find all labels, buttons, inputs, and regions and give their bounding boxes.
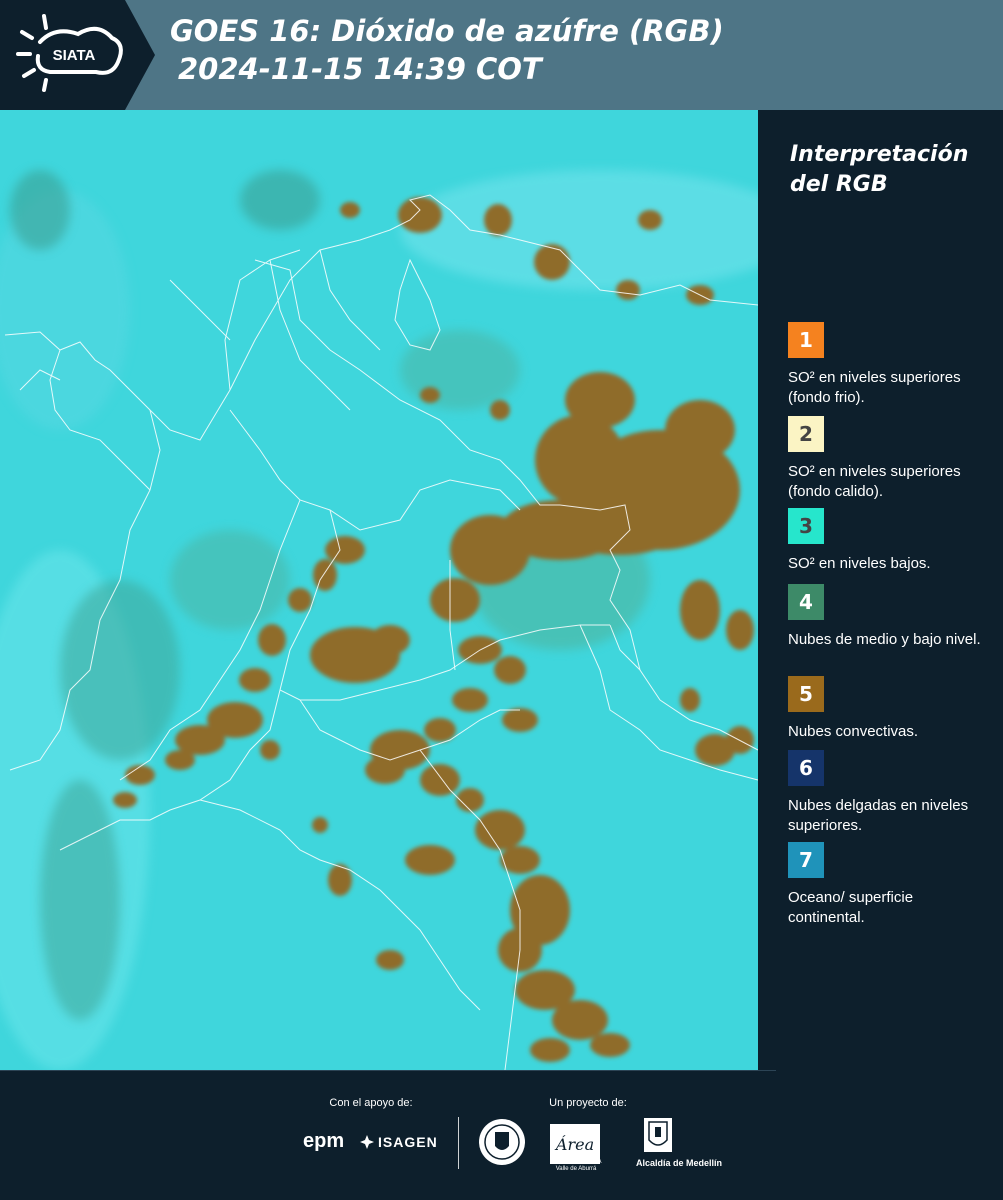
legend-label-1: SO² en niveles superiores (fondo frio). (788, 369, 961, 406)
isagen-mark-icon (360, 1135, 374, 1149)
alcaldia-label: Alcaldía de Medellín (636, 1158, 723, 1168)
legend-swatch-4: 4 (788, 584, 824, 620)
legend-title: Interpretación del RGB (790, 142, 969, 197)
legend-label-4: Nubes de medio y bajo nivel. (788, 631, 981, 648)
project-label: Un proyecto de: (549, 1097, 627, 1109)
legend-item-7: 7 Oceano/ superficie continental. (788, 842, 993, 928)
legend-swatch-6: 6 (788, 750, 824, 786)
support-label: Con el apoyo de: (329, 1097, 413, 1109)
legend-item-1: 1 SO² en niveles superiores (fondo frio)… (788, 322, 993, 408)
isagen-logo-text: ISAGEN (378, 1134, 438, 1150)
legend-item-5: 5 Nubes convectivas. (788, 676, 993, 742)
title-line-1: GOES 16: Dióxido de azúfre (RGB) (170, 14, 724, 48)
amva-logo-text: Área (554, 1134, 594, 1154)
medellin-seal-icon (479, 1119, 525, 1165)
legend-label-3: SO² en niveles bajos. (788, 555, 931, 572)
legend-item-6: 6 Nubes delgadas en niveles superiores. (788, 750, 993, 836)
footer: Con el apoyo de: Un proyecto de: epm ISA… (0, 1070, 1003, 1200)
alcaldia-crest-icon (644, 1118, 672, 1152)
legend-item-4: 4 Nubes de medio y bajo nivel. (788, 584, 993, 650)
page-title: GOES 16: Dióxido de azúfre (RGB) 2024-11… (170, 12, 724, 88)
amva-subtitle: METROPOLITANA Valle de Aburrá (550, 1159, 602, 1172)
legend-swatch-5: 5 (788, 676, 824, 712)
legend-item-3: 3 SO² en niveles bajos. (788, 508, 993, 574)
footer-divider-line (0, 1070, 776, 1071)
legend-item-2: 2 SO² en niveles superiores (fondo calid… (788, 416, 993, 502)
legend-swatch-2: 2 (788, 416, 824, 452)
isagen-logo: ISAGEN (360, 1134, 438, 1150)
siata-logo-text: SIATA (53, 47, 96, 64)
title-line-2: 2024-11-15 14:39 COT (178, 52, 542, 86)
satellite-map (0, 110, 758, 1070)
siata-logo: SIATA (0, 0, 155, 110)
legend-swatch-1: 1 (788, 322, 824, 358)
legend-label-6: Nubes delgadas en niveles superiores. (788, 797, 969, 834)
legend-swatch-7: 7 (788, 842, 824, 878)
legend-swatch-3: 3 (788, 508, 824, 544)
legend-label-2: SO² en niveles superiores (fondo calido)… (788, 463, 961, 500)
legend-label-7: Oceano/ superficie continental. (788, 889, 914, 926)
legend-label-5: Nubes convectivas. (788, 723, 919, 740)
epm-logo: epm (303, 1130, 345, 1152)
logo-divider (458, 1117, 459, 1169)
header-bar: SIATA GOES 16: Dióxido de azúfre (RGB) 2… (0, 0, 1003, 110)
